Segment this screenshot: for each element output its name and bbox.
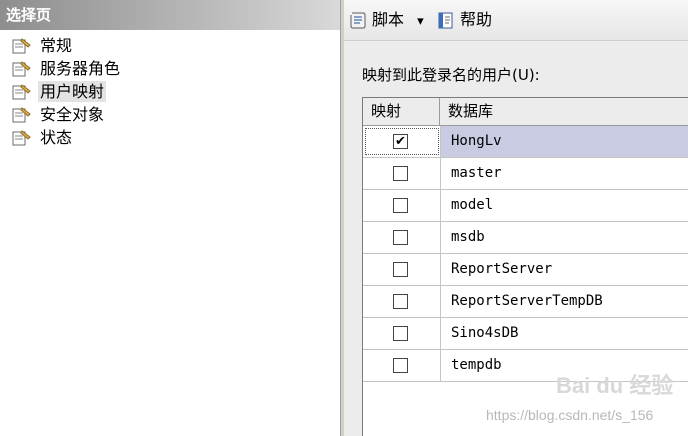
page-wrench-icon — [12, 107, 31, 123]
nav-item-user-mapping[interactable]: 用户映射 — [8, 80, 122, 103]
database-name: HongLv — [451, 133, 502, 149]
page-selector-panel: 选择页 常规 服务器角色 用户映射 安全对象 状态 — [0, 0, 340, 436]
map-cell — [363, 286, 441, 317]
page-wrench-icon — [12, 84, 31, 100]
page-wrench-icon — [12, 38, 31, 54]
help-book-icon — [438, 12, 453, 29]
column-header-map[interactable]: 映射 — [363, 98, 440, 125]
database-name: ReportServer — [451, 261, 553, 277]
nav-item-label: 状态 — [40, 128, 73, 147]
nav-item-securables[interactable]: 安全对象 — [8, 103, 122, 126]
nav-item-general[interactable]: 常规 — [8, 34, 122, 57]
table-row[interactable]: model — [363, 190, 688, 222]
table-row[interactable]: ReportServer — [363, 254, 688, 286]
grid-header: 映射 数据库 — [363, 98, 688, 126]
nav-item-label: 安全对象 — [40, 105, 105, 124]
script-icon — [350, 12, 366, 29]
chevron-down-icon[interactable]: ▾ — [409, 14, 424, 29]
map-checkbox[interactable] — [393, 262, 408, 277]
nav-item-label: 用户映射 — [38, 81, 107, 102]
table-row[interactable]: master — [363, 158, 688, 190]
script-button[interactable]: 脚本 ▾ — [348, 8, 424, 32]
map-cell — [363, 158, 441, 189]
column-header-database[interactable]: 数据库 — [440, 98, 688, 125]
map-cell — [363, 254, 441, 285]
map-checkbox[interactable] — [393, 358, 408, 373]
map-cell: ✔ — [363, 126, 441, 157]
nav-item-status[interactable]: 状态 — [8, 126, 122, 149]
database-name: Sino4sDB — [451, 325, 519, 341]
map-checkbox[interactable] — [393, 166, 408, 181]
nav-item-label: 常规 — [40, 36, 73, 55]
map-cell — [363, 190, 441, 221]
database-name: msdb — [451, 229, 485, 245]
table-row[interactable]: Sino4sDB — [363, 318, 688, 350]
map-checkbox[interactable] — [393, 230, 408, 245]
page-wrench-icon — [12, 130, 31, 146]
page-selector-header: 选择页 — [0, 0, 340, 30]
baidu-watermark: Bai du 经验 — [556, 373, 674, 398]
map-checkbox[interactable] — [393, 326, 408, 341]
table-row[interactable]: ReportServerTempDB — [363, 286, 688, 318]
map-checkbox[interactable] — [393, 294, 408, 309]
database-name: model — [451, 197, 494, 213]
database-name: master — [451, 165, 502, 181]
map-checkbox[interactable] — [393, 198, 408, 213]
source-url-watermark: https://blog.csdn.net/s_156 — [486, 407, 654, 423]
table-row[interactable]: ✔ HongLv — [363, 126, 688, 158]
map-cell — [363, 222, 441, 253]
nav-item-label: 服务器角色 — [40, 59, 121, 78]
mapping-caption: 映射到此登录名的用户(U): — [362, 66, 540, 84]
page-selector-list: 常规 服务器角色 用户映射 安全对象 状态 — [8, 34, 122, 149]
map-cell — [363, 318, 441, 349]
database-name: ReportServerTempDB — [451, 293, 603, 309]
page-wrench-icon — [12, 61, 31, 77]
nav-item-server-roles[interactable]: 服务器角色 — [8, 57, 122, 80]
table-row[interactable]: msdb — [363, 222, 688, 254]
database-name: tempdb — [451, 357, 502, 373]
toolbar: 脚本 ▾ 帮助 — [344, 0, 688, 41]
map-checkbox[interactable]: ✔ — [393, 134, 408, 149]
help-button[interactable]: 帮助 — [436, 8, 492, 32]
map-cell — [363, 350, 441, 381]
